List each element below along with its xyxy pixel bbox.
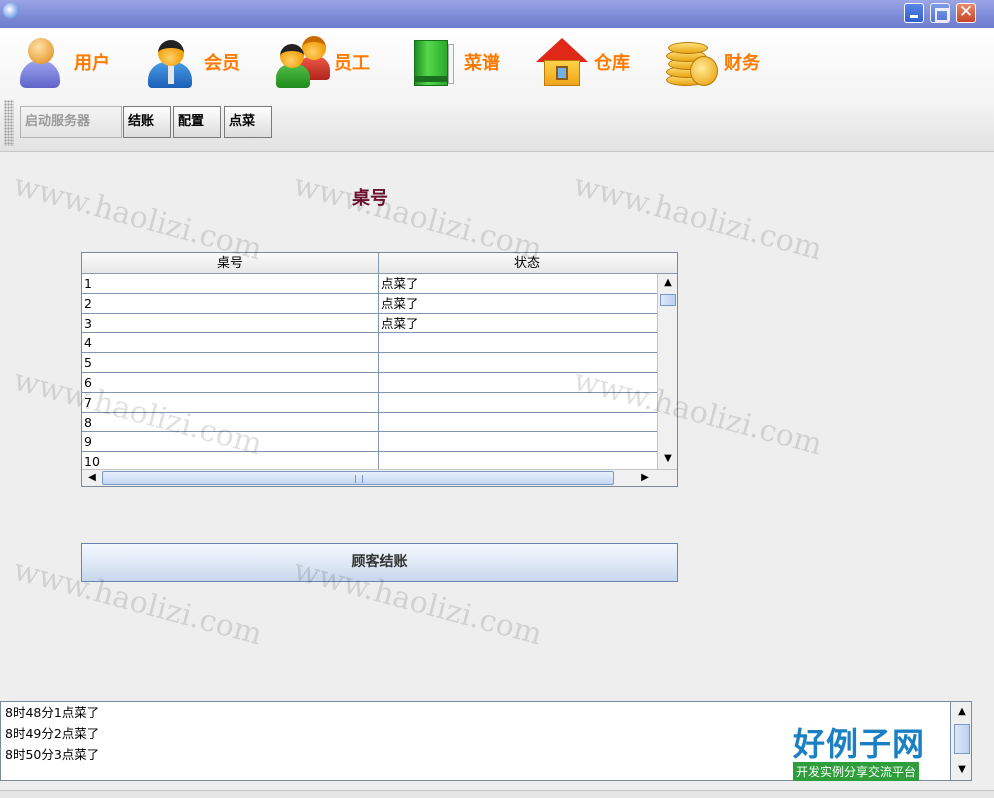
cell-table-no[interactable]: 8 — [82, 412, 379, 432]
finance-coins-icon — [664, 34, 720, 90]
toolbar: 启动服务器 结账 配置 点菜 — [0, 96, 994, 152]
cell-status[interactable] — [379, 393, 657, 412]
log-line: 8时49分2点菜了 — [5, 726, 100, 741]
scroll-thumb[interactable] — [660, 294, 676, 306]
log-vertical-scrollbar[interactable]: ▲ ▼ — [950, 701, 972, 781]
menu-member-label: 会员 — [204, 53, 240, 74]
cell-table-no[interactable]: 7 — [82, 392, 379, 412]
close-icon: ✕ — [958, 2, 974, 22]
table-row[interactable]: 8 — [82, 412, 657, 433]
table-row[interactable]: 2 点菜了 — [82, 293, 657, 314]
maximize-button[interactable] — [930, 3, 950, 23]
app-icon — [3, 3, 19, 19]
warehouse-icon — [534, 34, 590, 90]
log-line: 8时50分3点菜了 — [5, 747, 100, 762]
config-button[interactable]: 配置 — [173, 106, 221, 138]
cell-table-no[interactable]: 6 — [82, 372, 379, 392]
member-icon — [144, 34, 200, 90]
cell-status[interactable]: 点菜了 — [379, 294, 657, 313]
window-bottom-edge — [0, 790, 994, 798]
cell-status[interactable] — [379, 452, 657, 469]
menu-user[interactable]: 用户 — [14, 32, 110, 92]
table-row[interactable]: 7 — [82, 392, 657, 413]
column-header-status[interactable]: 状态 — [379, 253, 675, 274]
cell-status[interactable] — [379, 413, 657, 432]
user-icon — [14, 34, 70, 90]
cell-table-no[interactable]: 10 — [82, 452, 379, 469]
table-status-grid: 桌号 状态 1 点菜了 2 点菜了 3 点菜了 4 5 6 7 8 9 10 ▲ ▼ ◀ ▶ — [81, 252, 678, 487]
table-row[interactable]: 3 点菜了 — [82, 313, 657, 334]
table-row[interactable]: 4 — [82, 333, 657, 354]
table-row[interactable]: 5 — [82, 353, 657, 373]
menu-staff-label: 员工 — [334, 53, 370, 74]
title-bar: ✕ — [0, 0, 994, 28]
menu-user-label: 用户 — [74, 53, 110, 74]
table-row[interactable]: 10 — [82, 452, 657, 469]
scroll-left-arrow-icon[interactable]: ◀ — [84, 471, 100, 485]
cell-table-no[interactable]: 3 — [82, 313, 379, 333]
order-log[interactable]: 8时48分1点菜了 8时49分2点菜了 8时50分3点菜了 — [0, 701, 972, 781]
scroll-right-arrow-icon[interactable]: ▶ — [637, 471, 653, 485]
menu-warehouse[interactable]: 仓库 — [534, 32, 630, 92]
table-horizontal-scrollbar[interactable]: ◀ ▶ — [82, 469, 677, 486]
minimize-button[interactable] — [904, 3, 924, 23]
table-row[interactable]: 9 — [82, 432, 657, 453]
cell-status[interactable] — [379, 333, 657, 352]
menu-warehouse-label: 仓库 — [594, 53, 630, 74]
start-server-button[interactable]: 启动服务器 — [20, 106, 122, 138]
scroll-down-arrow-icon[interactable]: ▼ — [660, 452, 676, 466]
scroll-up-arrow-icon[interactable]: ▲ — [660, 276, 676, 290]
log-scroll-up-icon[interactable]: ▲ — [954, 704, 970, 720]
table-body: 1 点菜了 2 点菜了 3 点菜了 4 5 6 7 8 9 10 — [82, 274, 657, 469]
cell-status[interactable] — [379, 373, 657, 392]
column-header-table-no[interactable]: 桌号 — [82, 253, 379, 274]
cell-table-no[interactable]: 1 — [82, 274, 379, 293]
order-button[interactable]: 点菜 — [224, 106, 272, 138]
log-scroll-thumb[interactable] — [954, 724, 970, 754]
menu-recipe[interactable]: 菜谱 — [404, 32, 500, 92]
cell-table-no[interactable]: 4 — [82, 333, 379, 353]
cell-table-no[interactable]: 9 — [82, 432, 379, 452]
recipe-book-icon — [404, 34, 460, 90]
menu-bar: 用户 会员 员工 菜谱 仓库 财务 — [0, 28, 994, 96]
menu-finance-label: 财务 — [724, 53, 760, 74]
log-line: 8时48分1点菜了 — [5, 705, 100, 720]
toolbar-grip[interactable] — [4, 100, 14, 146]
cell-table-no[interactable]: 5 — [82, 353, 379, 373]
horizontal-scroll-thumb[interactable] — [102, 471, 614, 485]
staff-icon — [274, 34, 330, 90]
table-row[interactable]: 1 点菜了 — [82, 274, 657, 294]
page-title: 桌号 — [352, 188, 388, 209]
cell-status[interactable] — [379, 353, 657, 372]
table-vertical-scrollbar[interactable]: ▲ ▼ — [657, 274, 677, 469]
table-row[interactable]: 6 — [82, 372, 657, 393]
menu-recipe-label: 菜谱 — [464, 53, 500, 74]
customer-checkout-button[interactable]: 顾客结账 — [81, 543, 678, 582]
cell-table-no[interactable]: 2 — [82, 293, 379, 313]
table-header: 桌号 状态 — [82, 253, 677, 274]
cell-status[interactable]: 点菜了 — [379, 314, 657, 333]
menu-finance[interactable]: 财务 — [664, 32, 760, 92]
menu-member[interactable]: 会员 — [144, 32, 240, 92]
cell-status[interactable] — [379, 432, 657, 451]
menu-staff[interactable]: 员工 — [274, 32, 370, 92]
log-scroll-down-icon[interactable]: ▼ — [954, 762, 970, 778]
close-button[interactable]: ✕ — [956, 2, 976, 23]
cell-status[interactable]: 点菜了 — [379, 274, 657, 293]
checkout-toolbar-button[interactable]: 结账 — [123, 106, 171, 138]
